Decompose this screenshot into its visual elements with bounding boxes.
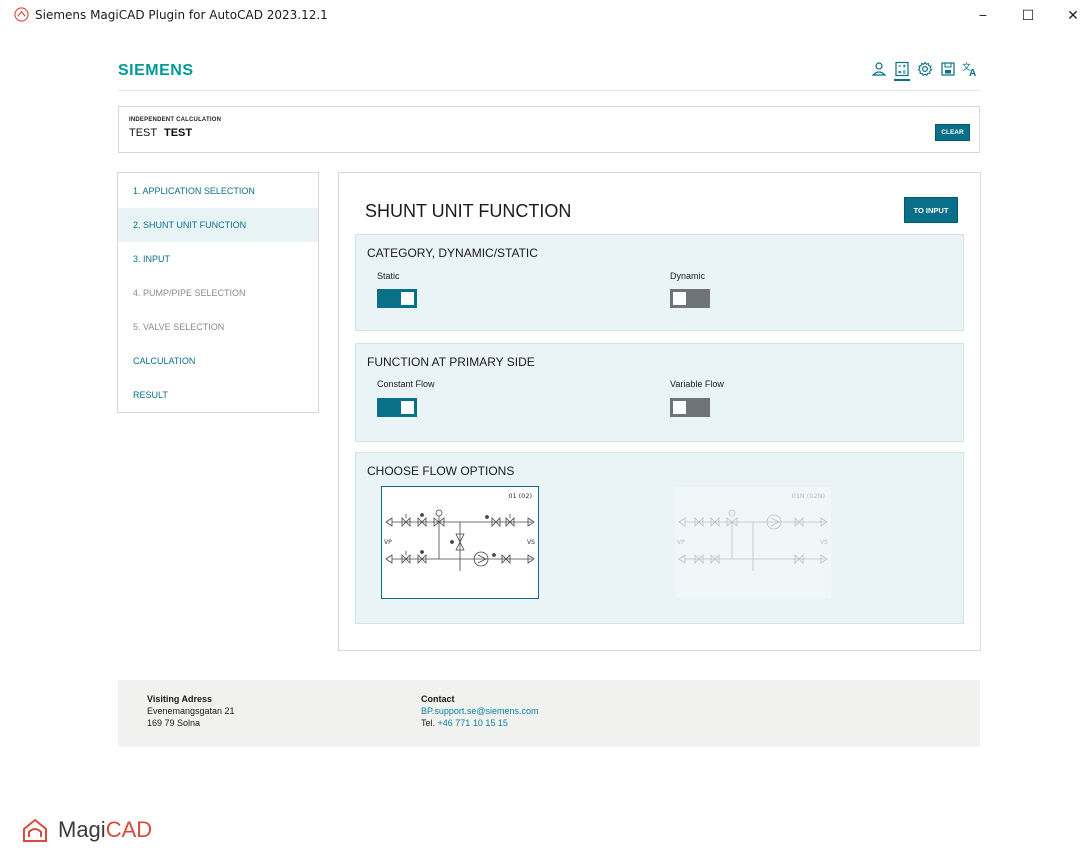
- contact-phone: Tel. +46 771 10 15 15: [421, 717, 539, 729]
- primary-side-section-title: FUNCTION AT PRIMARY SIDE: [367, 355, 535, 369]
- save-icon[interactable]: [939, 60, 957, 78]
- constant-flow-toggle[interactable]: [377, 398, 417, 417]
- calculation-label: INDEPENDENT CALCULATION: [129, 117, 222, 123]
- vs-label: VS: [527, 539, 535, 546]
- contact-heading: Contact: [421, 694, 455, 704]
- window-title: Siemens MagiCAD Plugin for AutoCAD 2023.…: [35, 8, 328, 22]
- category-section: CATEGORY, DYNAMIC/STATIC Static Dynamic: [355, 234, 964, 331]
- flow-options-section-title: CHOOSE FLOW OPTIONS: [367, 464, 515, 478]
- main-panel: SHUNT UNIT FUNCTION TO INPUT CATEGORY, D…: [338, 172, 981, 651]
- sidebar-item-pump-pipe-selection: 4. PUMP/PIPE SELECTION: [133, 288, 246, 298]
- flow-option-card-01[interactable]: 01 (02) VP VS: [381, 486, 539, 599]
- magicad-logo-text: MagiCAD: [58, 817, 153, 842]
- maximize-button[interactable]: ☐: [1005, 0, 1051, 30]
- clear-button[interactable]: CLEAR: [935, 124, 970, 141]
- primary-side-section: FUNCTION AT PRIMARY SIDE Constant Flow V…: [355, 343, 964, 442]
- close-button[interactable]: ✕: [1050, 0, 1084, 30]
- sidebar-item-shunt-unit-function[interactable]: 2. SHUNT UNIT FUNCTION: [118, 208, 318, 242]
- visiting-address-line1: Evenemangsgatan 21: [147, 706, 235, 716]
- contact-phone-link[interactable]: +46 771 10 15 15: [438, 718, 508, 728]
- magicad-logo-icon: [23, 818, 47, 842]
- calculation-name-part2: TEST: [163, 127, 193, 139]
- sidebar-item-calculation[interactable]: CALCULATION: [118, 344, 318, 378]
- calculation-bar: INDEPENDENT CALCULATION TEST TEST CLEAR: [118, 106, 980, 153]
- shunt-diagram-icon: VP VS: [384, 509, 535, 571]
- to-input-button[interactable]: TO INPUT: [904, 197, 958, 223]
- title-bar: Siemens MagiCAD Plugin for AutoCAD 2023.…: [0, 0, 1084, 30]
- dynamic-label: Dynamic: [670, 271, 706, 281]
- shunt-diagram-icon: VP VS: [677, 509, 828, 571]
- static-toggle[interactable]: [377, 289, 417, 308]
- constant-flow-label: Constant Flow: [377, 379, 435, 389]
- sidebar-item-input[interactable]: 3. INPUT: [118, 242, 318, 276]
- sidebar-item-application-selection[interactable]: 1. APPLICATION SELECTION: [118, 174, 318, 208]
- siemens-logo: SIEMENS: [118, 62, 194, 79]
- user-icon[interactable]: [870, 60, 888, 78]
- visiting-address-block: Visiting Adress Evenemangsgatan 21 169 7…: [147, 693, 235, 729]
- translate-icon[interactable]: 文A: [962, 60, 980, 78]
- svg-text:A: A: [969, 68, 976, 77]
- vp-label: VP: [677, 539, 685, 546]
- footer: Visiting Adress Evenemangsgatan 21 169 7…: [118, 680, 980, 747]
- contact-phone-label: Tel.: [421, 718, 436, 728]
- contact-block: Contact BP.support.se@siemens.com Tel. +…: [421, 693, 539, 729]
- contact-email-link[interactable]: BP.support.se@siemens.com: [421, 705, 539, 717]
- variable-flow-toggle[interactable]: [670, 398, 710, 417]
- settings-icon[interactable]: [916, 60, 934, 78]
- sidebar-item-valve-selection: 5. VALVE SELECTION: [133, 322, 225, 332]
- magicad-app-icon: [14, 7, 29, 22]
- header-toolbar: 文A: [870, 60, 980, 81]
- calculator-icon[interactable]: [893, 60, 911, 81]
- category-section-title: CATEGORY, DYNAMIC/STATIC: [367, 246, 538, 260]
- dynamic-toggle[interactable]: [670, 289, 710, 308]
- visiting-address-line2: 169 79 Solna: [147, 718, 201, 728]
- step-sidebar: 1. APPLICATION SELECTION 2. SHUNT UNIT F…: [117, 172, 319, 413]
- vp-label: VP: [384, 539, 392, 546]
- calculation-name-part1: TEST: [129, 127, 157, 139]
- sidebar-item-result[interactable]: RESULT: [118, 378, 318, 412]
- visiting-address-heading: Visiting Adress: [147, 694, 213, 704]
- flow-options-section: CHOOSE FLOW OPTIONS 01 (02) VP VS 01N (0…: [355, 452, 964, 624]
- static-label: Static: [377, 271, 400, 281]
- magicad-logo: MagiCAD: [20, 815, 152, 845]
- flow-option-card-01n[interactable]: 01N (02N) VP VS: [674, 486, 832, 599]
- header-divider: [118, 90, 980, 91]
- vs-label: VS: [820, 539, 828, 546]
- minimize-button[interactable]: −: [960, 0, 1006, 30]
- page-title: SHUNT UNIT FUNCTION: [365, 201, 572, 221]
- calculation-name: TEST TEST: [129, 127, 192, 139]
- variable-flow-label: Variable Flow: [670, 379, 724, 389]
